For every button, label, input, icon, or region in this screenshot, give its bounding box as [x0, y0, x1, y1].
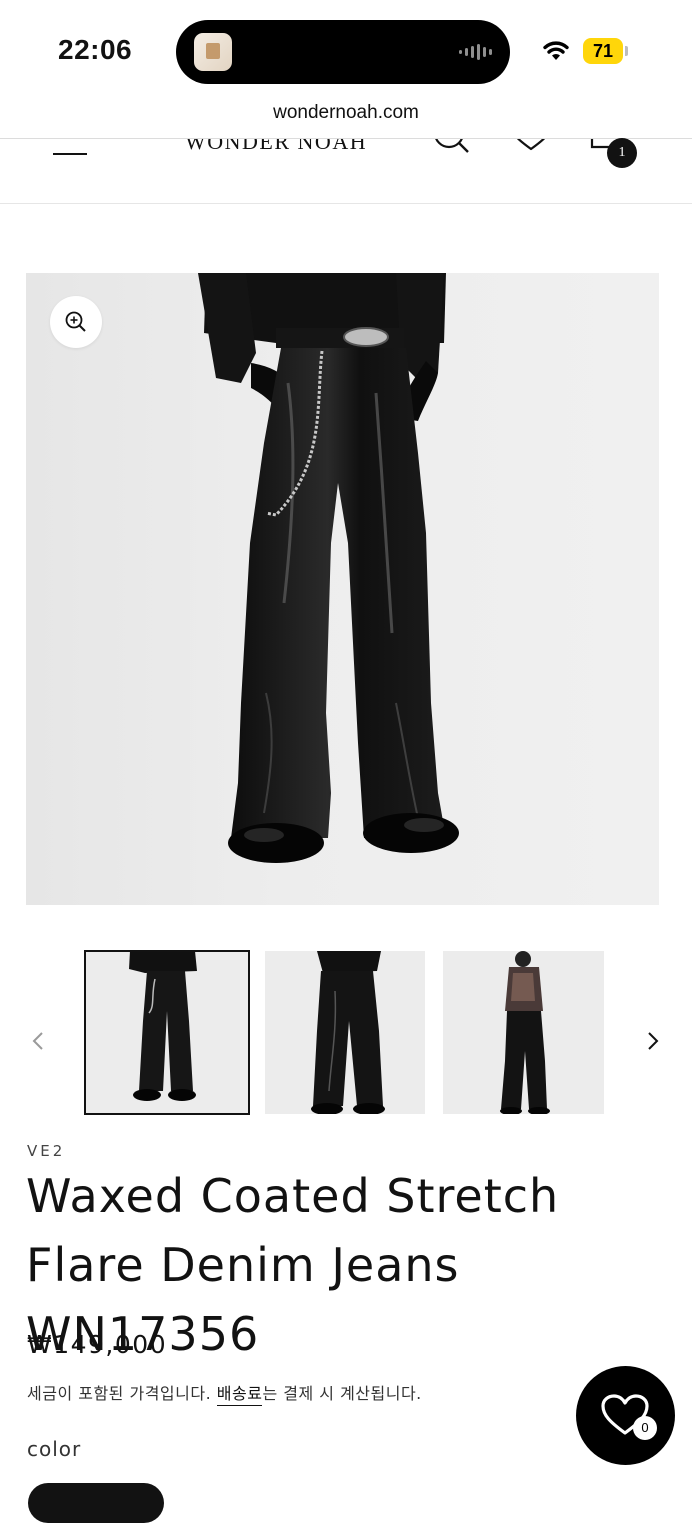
- now-playing-thumbnail: [194, 33, 232, 71]
- hamburger-menu-icon[interactable]: [53, 139, 87, 157]
- product-price: ₩149,000: [27, 1330, 168, 1359]
- cart-count-badge[interactable]: 1: [607, 138, 637, 168]
- search-icon[interactable]: [432, 139, 472, 161]
- site-header: WONDER NOAH: [0, 139, 692, 203]
- thumbnail-image: [443, 951, 604, 1114]
- status-bar: 22:06 71: [0, 0, 692, 100]
- tax-note-prefix: 세금이 포함된 가격입니다.: [27, 1384, 217, 1403]
- battery-cap: [625, 46, 628, 56]
- chevron-left-icon[interactable]: [30, 1030, 46, 1052]
- product-vendor[interactable]: VE2: [27, 1142, 65, 1160]
- thumbnail-1[interactable]: [84, 950, 250, 1115]
- battery-indicator: 71: [583, 38, 623, 64]
- dynamic-island[interactable]: [176, 20, 510, 84]
- floating-wishlist-button[interactable]: [576, 1366, 675, 1465]
- product-photo-jeans: [198, 273, 459, 863]
- wishlist-count-badge: 0: [633, 1416, 657, 1440]
- thumbnail-image: [265, 951, 425, 1114]
- divider: [0, 203, 692, 204]
- status-time: 22:06: [58, 34, 133, 65]
- zoom-in-icon: [65, 311, 86, 332]
- chevron-right-icon[interactable]: [645, 1030, 661, 1052]
- zoom-button[interactable]: [50, 296, 102, 348]
- shipping-policy-link[interactable]: 배송료: [216, 1384, 263, 1406]
- thumbnail-image: [85, 951, 249, 1114]
- color-option-pill[interactable]: [28, 1483, 164, 1523]
- product-main-image[interactable]: [26, 273, 659, 905]
- color-option-label: color: [27, 1437, 82, 1461]
- wifi-icon: [543, 41, 569, 60]
- wishlist-heart-icon[interactable]: [510, 139, 552, 159]
- tax-note-suffix: 는 결제 시 계산됩니다.: [262, 1384, 422, 1403]
- site-logo[interactable]: WONDER NOAH: [185, 139, 367, 155]
- url-bar[interactable]: wondernoah.com: [0, 102, 692, 124]
- thumbnail-2[interactable]: [265, 951, 425, 1114]
- tax-note: 세금이 포함된 가격입니다. 배송료는 결제 시 계산됩니다.: [27, 1380, 422, 1406]
- audio-waveform-icon: [459, 44, 492, 60]
- thumbnail-3[interactable]: [443, 951, 604, 1114]
